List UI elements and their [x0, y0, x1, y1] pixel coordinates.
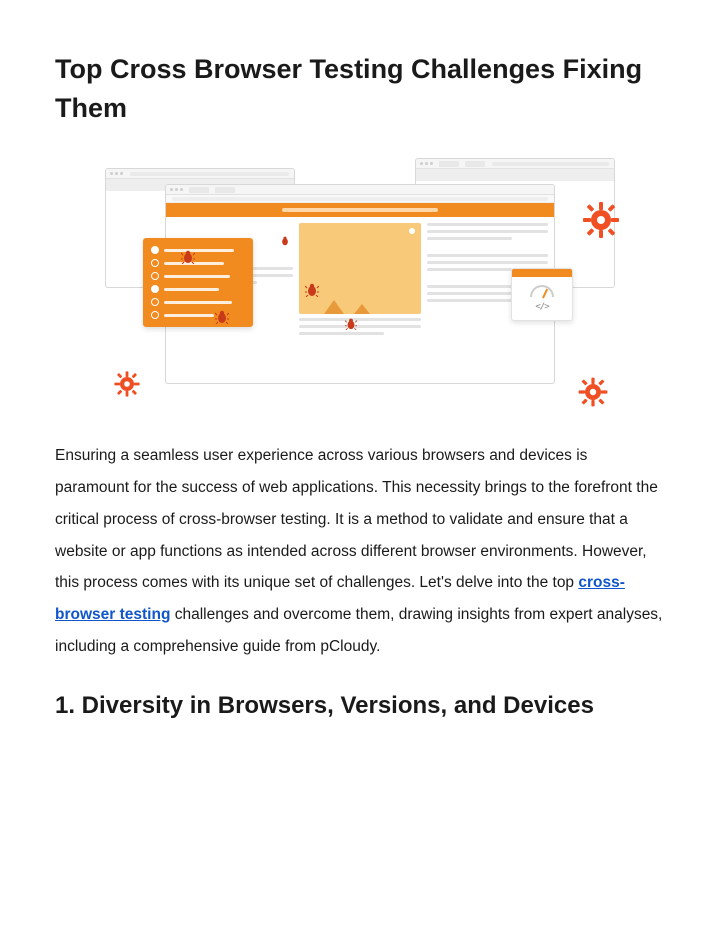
gear-icon	[113, 370, 141, 398]
section-1-title: 1. Diversity in Browsers, Versions, and …	[55, 689, 665, 724]
gear-icon	[577, 376, 609, 408]
gear-icon	[581, 200, 621, 240]
code-tag-icon: </>	[535, 302, 548, 312]
checklist-panel	[143, 238, 253, 327]
bug-icon	[345, 318, 359, 332]
hero-illustration: </>	[105, 158, 615, 408]
code-speed-panel: </>	[511, 268, 573, 321]
gauge-icon	[530, 285, 554, 297]
bug-icon	[215, 310, 229, 324]
image-placeholder-icon	[299, 223, 420, 314]
intro-paragraph: Ensuring a seamless user experience acro…	[55, 440, 665, 662]
page-title: Top Cross Browser Testing Challenges Fix…	[55, 50, 665, 128]
bug-icon	[305, 283, 319, 297]
bug-icon	[280, 236, 294, 250]
intro-text-part1: Ensuring a seamless user experience acro…	[55, 447, 658, 591]
bug-icon	[181, 250, 195, 264]
